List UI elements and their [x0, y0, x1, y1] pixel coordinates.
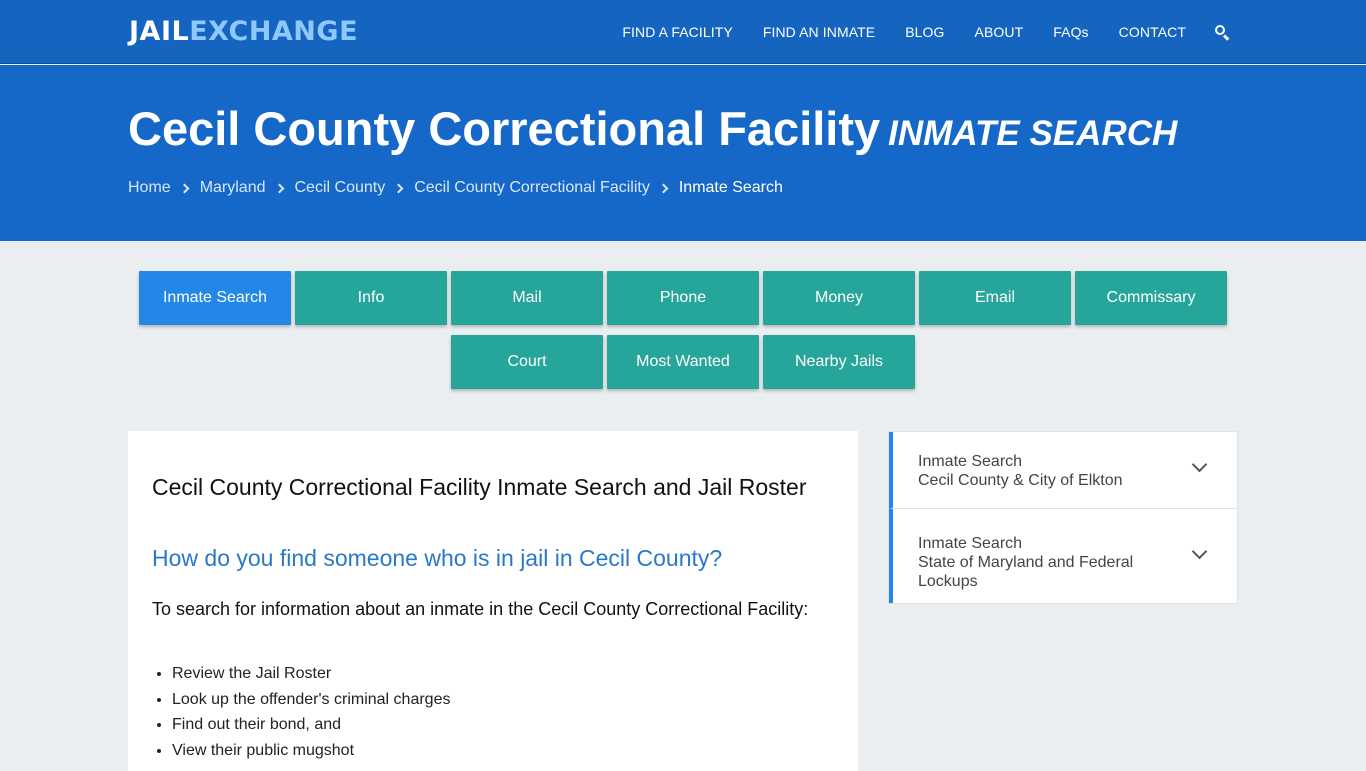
- steps-list: Review the Jail Roster Look up the offen…: [172, 661, 450, 763]
- tab-info[interactable]: Info: [295, 271, 447, 325]
- breadcrumb-maryland[interactable]: Maryland: [200, 179, 266, 197]
- accordion-sublabel: Cecil County & City of Elkton: [918, 472, 1123, 489]
- main-nav: FIND A FACILITY FIND AN INMATE BLOG ABOU…: [592, 0, 1230, 64]
- nav-blog[interactable]: BLOG: [905, 24, 944, 40]
- chevron-right-icon: [179, 183, 190, 193]
- tab-inmate-search[interactable]: Inmate Search: [139, 271, 291, 325]
- page-subtitle: INMATE SEARCH: [888, 114, 1178, 153]
- chevron-right-icon: [393, 183, 404, 193]
- breadcrumb-cecil-county[interactable]: Cecil County: [295, 179, 386, 197]
- tab-nearby-jails[interactable]: Nearby Jails: [763, 335, 915, 389]
- logo-part-jail: JAIL: [129, 16, 190, 47]
- page-title-text: Cecil County Correctional Facility: [128, 102, 881, 155]
- accordion-sublabel: State of Maryland and Federal Lockups: [918, 554, 1134, 590]
- top-navbar: JAILEXCHANGE FIND A FACILITY FIND AN INM…: [0, 0, 1366, 64]
- breadcrumb-home[interactable]: Home: [128, 179, 171, 197]
- content-intro: To search for information about an inmat…: [152, 599, 809, 619]
- tab-most-wanted[interactable]: Most Wanted: [607, 335, 759, 389]
- page-title: Cecil County Correctional Facility INMATE…: [128, 101, 1177, 162]
- breadcrumb-current: Inmate Search: [678, 179, 783, 196]
- chevron-down-icon: [1191, 456, 1208, 473]
- chevron-right-icon: [658, 183, 669, 193]
- nav-find-inmate[interactable]: FIND AN INMATE: [763, 24, 875, 40]
- site-logo[interactable]: JAILEXCHANGE: [129, 16, 358, 48]
- nav-faqs[interactable]: FAQs: [1053, 24, 1088, 40]
- logo-part-exchange: EXCHANGE: [189, 16, 359, 47]
- accordion-label: Inmate Search: [918, 535, 1023, 552]
- tab-money[interactable]: Money: [763, 271, 915, 325]
- breadcrumb-facility[interactable]: Cecil County Correctional Facility: [414, 179, 650, 197]
- content-heading: Cecil County Correctional Facility Inmat…: [152, 474, 807, 500]
- page-hero: Cecil County Correctional Facility INMATE…: [0, 65, 1366, 241]
- chevron-right-icon: [274, 183, 284, 193]
- accordion-item-maryland-federal[interactable]: Inmate Search State of Maryland and Fede…: [889, 509, 1237, 603]
- accordion-item-cecil-county[interactable]: Inmate Search Cecil County & City of Elk…: [889, 432, 1237, 509]
- chevron-down-icon: [1191, 543, 1208, 560]
- tab-phone[interactable]: Phone: [607, 271, 759, 325]
- tab-court[interactable]: Court: [451, 335, 603, 389]
- nav-about[interactable]: ABOUT: [975, 24, 1024, 40]
- list-item: Find out their bond, and: [172, 712, 450, 738]
- list-item: View their public mugshot: [172, 738, 450, 764]
- main-content-card: Cecil County Correctional Facility Inmat…: [128, 431, 858, 771]
- accordion-label: Inmate Search: [918, 453, 1023, 470]
- sidebar-accordion: Inmate Search Cecil County & City of Elk…: [888, 431, 1238, 604]
- search-icon[interactable]: [1214, 24, 1230, 41]
- tab-mail[interactable]: Mail: [451, 271, 603, 325]
- list-item: Review the Jail Roster: [172, 661, 450, 687]
- list-item: Look up the offender's criminal charges: [172, 687, 450, 713]
- nav-contact[interactable]: CONTACT: [1119, 24, 1186, 40]
- nav-find-facility[interactable]: FIND A FACILITY: [622, 24, 732, 40]
- breadcrumb: Home Maryland Cecil County Cecil County …: [128, 179, 783, 197]
- content-question: How do you find someone who is in jail i…: [152, 545, 723, 571]
- tab-commissary[interactable]: Commissary: [1075, 271, 1227, 325]
- tab-email[interactable]: Email: [919, 271, 1071, 325]
